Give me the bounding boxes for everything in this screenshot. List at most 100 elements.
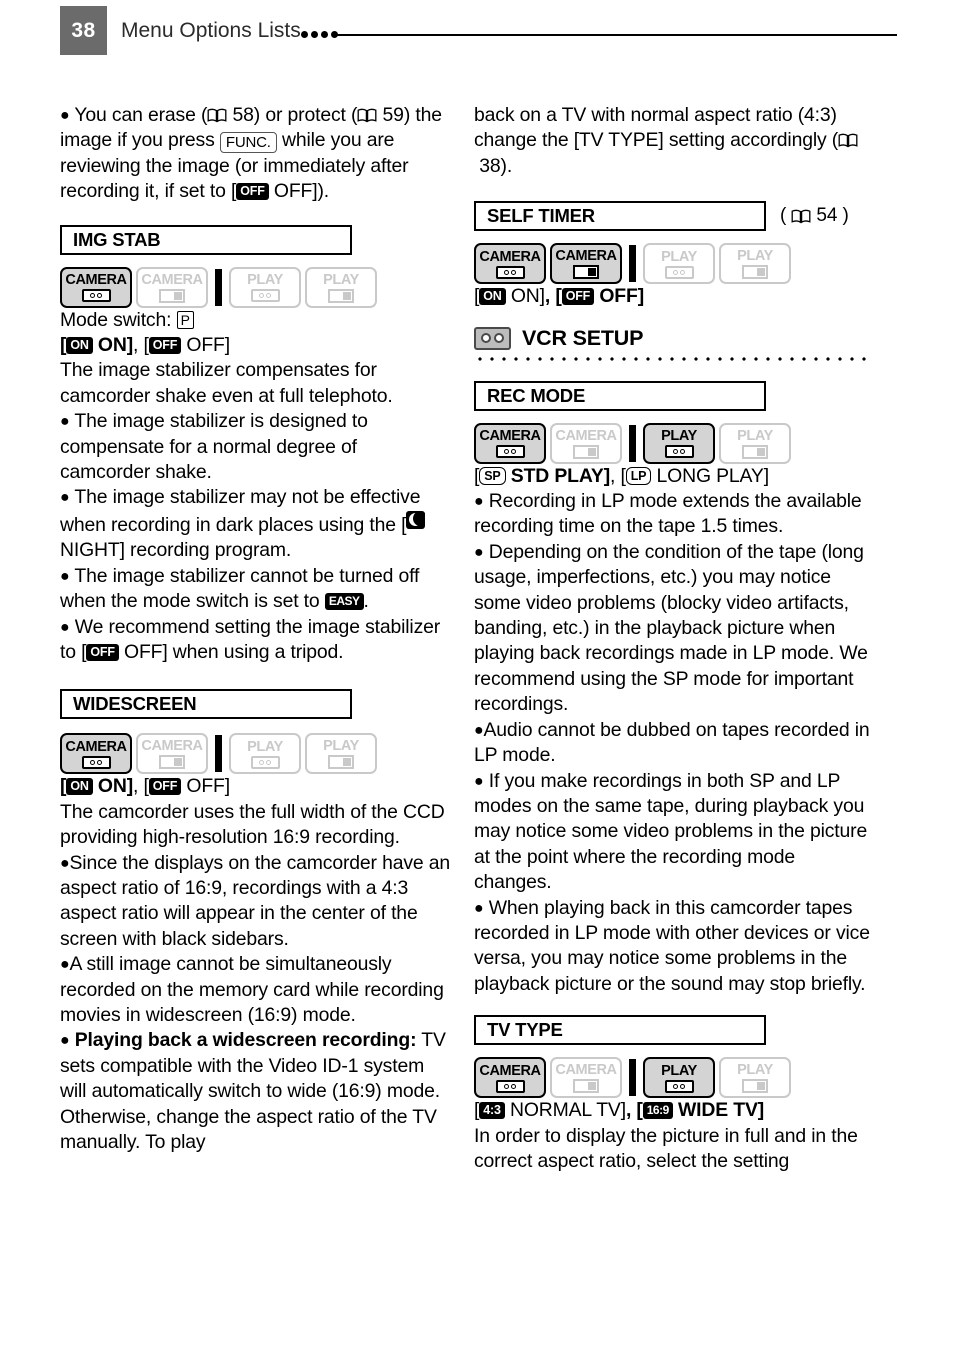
img-stab-bullet-2: ● The image stabilizer may not be effect…	[60, 485, 452, 563]
img-stab-bullet-1: ● The image stabilizer is designed to co…	[60, 409, 452, 485]
section-title-rec-mode: REC MODE	[474, 380, 766, 411]
img-stab-bullet-4: ● We recommend setting the image stabili…	[60, 615, 452, 666]
mode-label: CAMERA	[141, 738, 203, 755]
mode-badges-rec-mode: CAMERA CAMERA PLAY PLAY	[474, 422, 872, 464]
bullet-marker: ●	[60, 854, 70, 872]
rec-mode-bullet-1: ● Recording in LP mode extends the avail…	[474, 489, 872, 540]
mode-badge-play-tape[interactable]: PLAY	[229, 266, 301, 308]
on-label: ON	[97, 775, 127, 798]
lp-badge: LP	[625, 467, 652, 486]
mode-badge-camera-card[interactable]: CAMERA	[550, 1057, 622, 1099]
group-header-vcr-setup: VCR SETUP	[474, 326, 872, 351]
card-glyph-icon	[159, 288, 185, 303]
mode-badge-play-card[interactable]: PLAY	[719, 243, 791, 285]
mode-badge-camera-card[interactable]: CAMERA	[550, 422, 622, 464]
mode-badge-camera-tape[interactable]: CAMERA	[474, 422, 546, 464]
bullet-text: Depending on the condition of the tape (…	[474, 540, 868, 716]
off-badge: OFF	[148, 337, 182, 355]
mode-label: PLAY	[247, 272, 283, 289]
mode-label: PLAY	[737, 248, 773, 265]
intro-ref1: 58	[232, 104, 254, 126]
right-column: back on a TV with normal aspect ratio (4…	[474, 103, 872, 1174]
page-header: 38 Menu Options Lists	[0, 0, 954, 62]
mode-badge-camera-tape[interactable]: CAMERA	[60, 733, 132, 775]
mode-label: CAMERA	[479, 248, 541, 265]
left-column: ● You can erase ( 58) or protect ( 59) t…	[60, 103, 452, 1155]
continuation-text: back on a TV with normal aspect ratio (4…	[474, 104, 839, 152]
mode-label: PLAY	[661, 248, 697, 265]
mode-switch-label: Mode switch:	[60, 308, 172, 331]
tape-glyph-icon	[81, 755, 111, 769]
mode-switch-line: Mode switch: P	[60, 308, 452, 333]
mode-badge-play-tape[interactable]: PLAY	[643, 243, 715, 285]
mode-badge-camera-tape[interactable]: CAMERA	[474, 243, 546, 285]
bullet-marker: ●	[60, 567, 70, 585]
mode-label: CAMERA	[65, 272, 127, 289]
mode-label: CAMERA	[479, 428, 541, 445]
mode-badge-camera-card[interactable]: CAMERA	[136, 733, 208, 775]
mode-badges-tv-type: CAMERA CAMERA PLAY PLAY	[474, 1057, 872, 1099]
bullet-text: If you make recordings in both SP and LP…	[474, 769, 868, 894]
tape-glyph-icon	[250, 289, 280, 303]
mode-badge-play-card[interactable]: PLAY	[719, 422, 791, 464]
mode-badge-play-tape[interactable]: PLAY	[643, 422, 715, 464]
func-key-badge[interactable]: FUNC.	[219, 132, 277, 154]
mode-label: CAMERA	[141, 271, 203, 288]
on-badge: ON	[66, 778, 93, 796]
tape-glyph-icon	[664, 445, 694, 459]
bullet-marker: ●	[474, 493, 484, 511]
mode-badges-img-stab: CAMERA CAMERA PLAY PLAY	[60, 266, 452, 308]
easy-mode-badge: EASY	[324, 593, 364, 611]
night-mode-icon	[406, 510, 426, 529]
mode-badge-camera-tape[interactable]: CAMERA	[60, 266, 132, 308]
on-label: ON	[97, 334, 127, 357]
intro-part1: You can erase (	[74, 104, 208, 126]
tape-glyph-icon	[495, 445, 525, 459]
bullet-marker: ●	[474, 772, 484, 790]
intro-bullet-paragraph: ● You can erase ( 58) or protect ( 59) t…	[60, 103, 452, 205]
mode-label: PLAY	[737, 1062, 773, 1079]
aspect-4-3-badge: 4:3	[479, 1102, 505, 1120]
mode-badge-play-tape[interactable]: PLAY	[229, 733, 301, 775]
mode-label: PLAY	[661, 1062, 697, 1079]
section-title-tv-type: TV TYPE	[474, 1015, 766, 1046]
tape-glyph-icon	[664, 265, 694, 279]
mode-badge-play-card[interactable]: PLAY	[305, 733, 377, 775]
mode-badge-camera-card[interactable]: CAMERA	[136, 266, 208, 308]
card-glyph-icon	[159, 755, 185, 770]
group-dotted-rule	[474, 356, 870, 361]
bullet-marker: ●	[60, 413, 70, 431]
mode-badge-play-card[interactable]: PLAY	[719, 1057, 791, 1099]
bullet-text: A still image cannot be simultaneously r…	[60, 953, 444, 1026]
self-timer-page-reference: (54)	[780, 205, 849, 227]
tape-glyph-icon	[495, 265, 525, 279]
section-title-img-stab: IMG STAB	[60, 224, 352, 255]
tape-cassette-icon	[474, 326, 511, 350]
widescreen-bullet-1: ●Since the displays on the camcorder hav…	[60, 851, 452, 953]
bullet-pre: The image stabilizer may not be effectiv…	[60, 486, 421, 536]
mode-group-divider	[629, 1059, 636, 1097]
on-label: ON	[510, 285, 540, 308]
mode-label: CAMERA	[555, 427, 617, 444]
bullet-post: NIGHT] recording program.	[60, 539, 292, 562]
mode-badge-play-card[interactable]: PLAY	[305, 266, 377, 308]
img-stab-description: The image stabilizer compensates for cam…	[60, 359, 393, 407]
program-mode-key-badge: P	[176, 311, 194, 330]
mode-label: PLAY	[737, 427, 773, 444]
off-label: OFF	[599, 285, 638, 308]
book-icon	[791, 209, 811, 224]
card-glyph-icon	[573, 265, 599, 280]
normal-tv-label: NORMAL TV	[509, 1099, 621, 1122]
mode-badge-camera-tape[interactable]: CAMERA	[474, 1057, 546, 1099]
widescreen-description: The camcorder uses the full width of the…	[60, 800, 445, 849]
mode-badge-play-tape[interactable]: PLAY	[643, 1057, 715, 1099]
bullet-post: OFF] when using a tripod.	[124, 640, 344, 663]
sp-badge: SP	[479, 467, 506, 486]
mode-badge-camera-card[interactable]: CAMERA	[550, 243, 622, 285]
bullet-marker: ●	[474, 899, 484, 917]
on-badge: ON	[479, 288, 506, 306]
off-label: OFF	[186, 775, 225, 798]
tape-glyph-icon	[495, 1079, 525, 1093]
mode-label: CAMERA	[65, 738, 127, 755]
mode-label: PLAY	[323, 271, 359, 288]
